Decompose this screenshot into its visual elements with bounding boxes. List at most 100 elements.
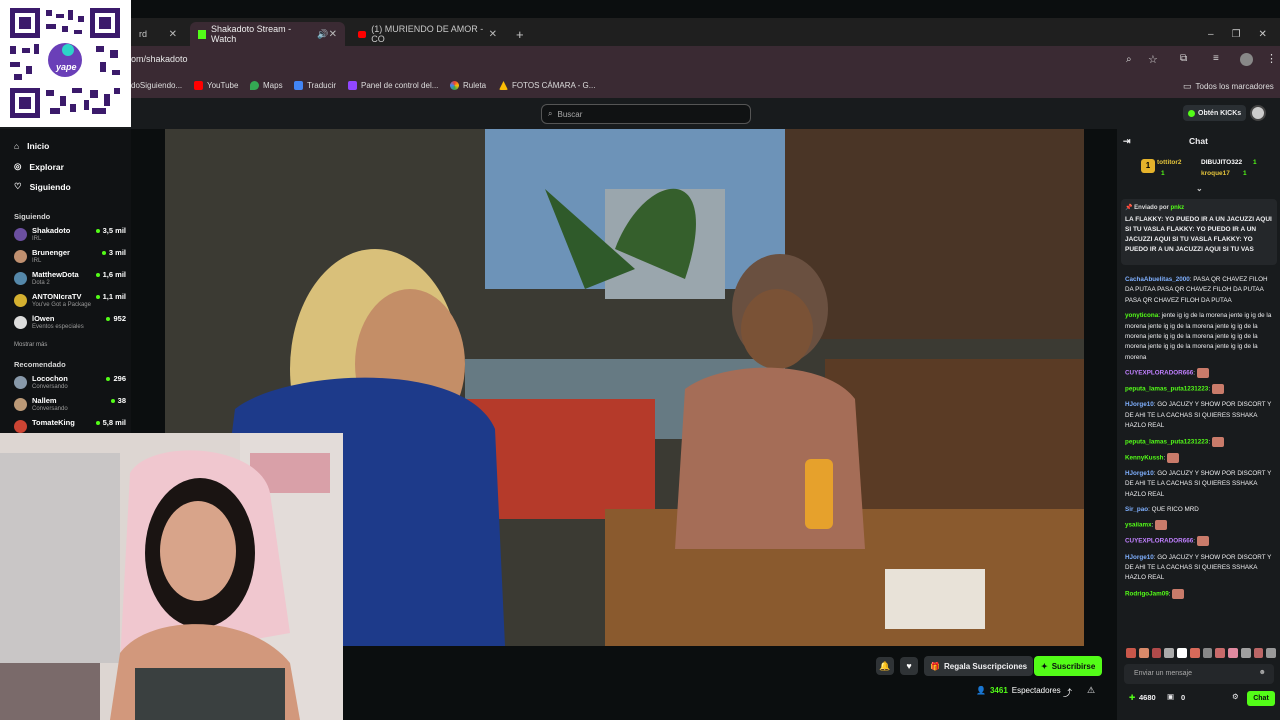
get-kicks-button[interactable]: Obtén KICKs [1183,105,1247,121]
gifter-name[interactable]: tottitor2 [1157,159,1182,166]
bookmark-item[interactable]: Traducir [294,81,336,90]
collapse-chat-icon[interactable]: ⇥ [1123,136,1131,147]
gift-subs-button[interactable]: 🎁 Regala Suscripciones [924,656,1034,676]
sidebar-channel[interactable]: Shakadoto IRL 3,5 mil [14,226,126,248]
points-count: 0 [1181,693,1186,702]
chat-text: jente ig ig de la morena jente ig ig de … [1125,312,1272,361]
emote-icon[interactable] [1253,648,1264,658]
channel-avatar [14,294,27,307]
nav-explore[interactable]: ◎ Explorar [14,161,64,172]
gifter-name[interactable]: DIBUJITO322 [1201,159,1242,166]
window-close-icon[interactable]: ✕ [1259,29,1267,40]
emote-icon[interactable] [1151,648,1162,658]
sidebar-channel[interactable]: Brunenger IRL 3 mil [14,248,126,270]
chat-input[interactable]: Enviar un mensaje ☻ [1124,664,1274,684]
emote-icon[interactable] [1164,648,1174,658]
chat-message: HJorge10: GO JACUZY Y SHOW POR DISCORT Y… [1125,400,1275,431]
sidebar-channel[interactable]: Locochon Conversando 296 [14,374,126,396]
tab-label: Shakadoto Stream - Watch [211,24,292,44]
report-icon[interactable]: ⚠ [1087,685,1095,696]
emote-icon[interactable] [1202,648,1213,658]
chat-username[interactable]: HJorge10 [1125,401,1154,408]
sidebar-channel[interactable]: Nallem Conversando 38 [14,396,126,418]
close-icon[interactable]: ✕ [169,29,177,40]
profile-avatar[interactable] [1240,53,1253,66]
chat-username[interactable]: Sir_pao [1125,506,1148,513]
youtube-icon [194,81,203,90]
channel-avatar [14,228,27,241]
chat-username[interactable]: CUYEXPLORADOR666 [1125,370,1193,377]
browser-tab[interactable]: (1) MURIENDO DE AMOR - CO ✕ [350,22,505,46]
viewers-icon: 👤 [976,686,986,695]
browser-tab[interactable]: rd ✕ [131,22,185,46]
bookmark-item[interactable]: YouTube [194,81,238,90]
sidebar-channel[interactable]: lOwen Eventos especiales 952 [14,314,126,336]
subscribe-button[interactable]: ✦ Suscribirse [1034,656,1103,676]
close-icon[interactable]: ✕ [489,29,497,40]
chat-username[interactable]: yonyticona [1125,312,1158,319]
url-field[interactable]: om/shakadoto [131,54,188,64]
zoom-icon[interactable]: ⌕ [1126,54,1132,65]
viewer-count: 👤 3461 Espectadores [976,686,1061,695]
emoji-icon[interactable]: ☻ [1259,669,1266,676]
media-icon[interactable]: ≡ [1213,53,1219,64]
bookmark-item[interactable]: Maps [250,81,283,90]
channel-viewers: 38 [111,396,126,405]
chat-username[interactable]: CachaAbuelitas_2000 [1125,276,1190,283]
emote-icon[interactable] [1126,648,1136,658]
sidebar-channel[interactable]: MatthewDota Dota 2 1,6 mil [14,270,126,292]
channel-category: IRL [32,258,42,264]
emote-icon[interactable] [1189,648,1200,658]
chat-username[interactable]: HJorge10 [1125,554,1154,561]
bookmark-item[interactable]: Panel de control del... [348,81,438,90]
gifter-name[interactable]: kroque17 [1201,170,1230,177]
emote-icon[interactable] [1138,648,1149,658]
star-icon[interactable]: ☆ [1148,53,1158,66]
follow-heart-button[interactable]: ♥ [900,657,918,675]
chat-username[interactable]: KennyKussh [1125,454,1164,461]
emote-icon[interactable] [1266,648,1276,658]
all-bookmarks[interactable]: ▭ Todos los marcadores [1183,81,1274,92]
bookmark-item[interactable]: Ruleta [450,81,486,90]
maximize-icon[interactable]: ❐ [1232,29,1241,40]
bookmark-item[interactable]: FOTOS CÁMARA - G... [499,81,595,90]
settings-icon[interactable]: ⚙ [1232,692,1239,701]
chat-username[interactable]: RodrigoJam09 [1125,590,1169,597]
pinned-prefix: Enviado por [1134,205,1169,211]
menu-icon[interactable]: ⋮ [1266,52,1277,65]
send-chat-button[interactable]: Chat [1247,691,1275,706]
emote-icon[interactable] [1228,648,1238,658]
emote-icon[interactable] [1177,648,1187,658]
channel-avatar [14,250,27,263]
nav-following[interactable]: ♡ Siguiendo [14,181,71,192]
trophy-icon: 1 [1141,159,1155,173]
chat-username[interactable]: ysaiiamx [1125,522,1152,529]
nav-home[interactable]: ⌂ Inicio [14,141,49,151]
new-tab-button[interactable]: + [508,22,528,46]
browser-tab-active[interactable]: Shakadoto Stream - Watch 🔊 ✕ [190,22,345,46]
chat-username[interactable]: peputa_lamas_puta1231223 [1125,386,1208,393]
share-icon[interactable]: ⤴ [1063,686,1072,699]
left-sidebar: ⌂ Inicio ◎ Explorar ♡ Siguiendo Siguiendo S… [0,129,131,434]
expand-chevron-icon[interactable]: ⌄ [1196,184,1203,193]
bookmark-item[interactable]: doSiguiendo... [131,81,182,90]
emote-icon[interactable] [1240,648,1251,658]
user-avatar[interactable] [1250,105,1266,121]
search-input[interactable]: ⌕ Buscar [541,104,751,124]
notification-bell-button[interactable]: 🔔 [876,657,894,675]
sidebar-channel[interactable]: ANTONIcraTV You've Got a Package 1,1 mil [14,292,126,314]
emote-icon[interactable] [1215,648,1225,658]
chat-username[interactable]: CUYEXPLORADOR666 [1125,538,1193,545]
chat-text: QUE RICO MRD [1151,506,1199,513]
kicks-icon: ✚ [1129,693,1136,702]
show-more-link[interactable]: Mostrar más [14,342,47,348]
kicks-balance: 4680 [1139,693,1156,702]
bookmark-label: FOTOS CÁMARA - G... [512,81,596,90]
extensions-icon[interactable]: ⧉ [1180,53,1187,64]
audio-icon[interactable]: 🔊 [317,29,328,40]
chat-username[interactable]: HJorge10 [1125,470,1154,477]
pinned-sender[interactable]: pnkz [1171,205,1185,211]
minimize-icon[interactable]: – [1208,29,1214,40]
close-icon[interactable]: ✕ [329,29,337,40]
chat-username[interactable]: peputa_lamas_puta1231223 [1125,438,1208,445]
